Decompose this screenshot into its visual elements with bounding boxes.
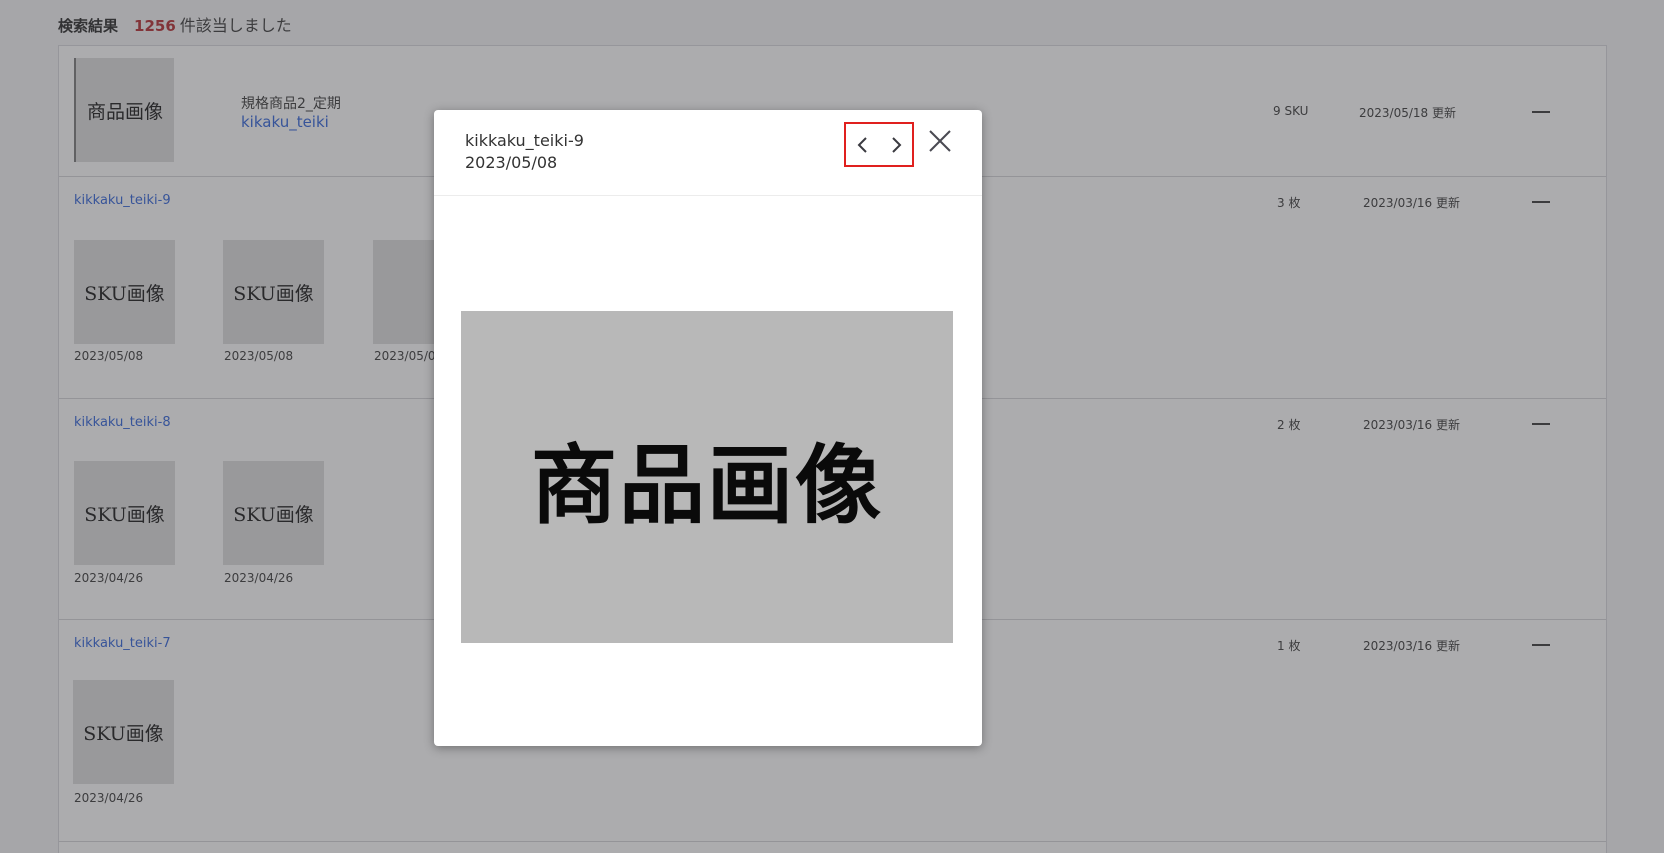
prev-image-button[interactable] xyxy=(850,130,876,160)
modal-date: 2023/05/08 xyxy=(465,153,558,172)
modal-title: kikkaku_teiki-9 xyxy=(465,131,584,150)
preview-image: 商品画像 xyxy=(461,311,953,643)
close-icon xyxy=(929,130,951,152)
chevron-right-icon xyxy=(891,136,901,153)
close-button[interactable] xyxy=(926,127,954,155)
chevron-left-icon xyxy=(857,136,867,153)
image-navigation xyxy=(844,122,914,167)
next-image-button[interactable] xyxy=(883,130,909,160)
image-preview-modal: kikkaku_teiki-9 2023/05/08 商品画像 xyxy=(434,110,982,746)
modal-header: kikkaku_teiki-9 2023/05/08 xyxy=(434,110,982,196)
